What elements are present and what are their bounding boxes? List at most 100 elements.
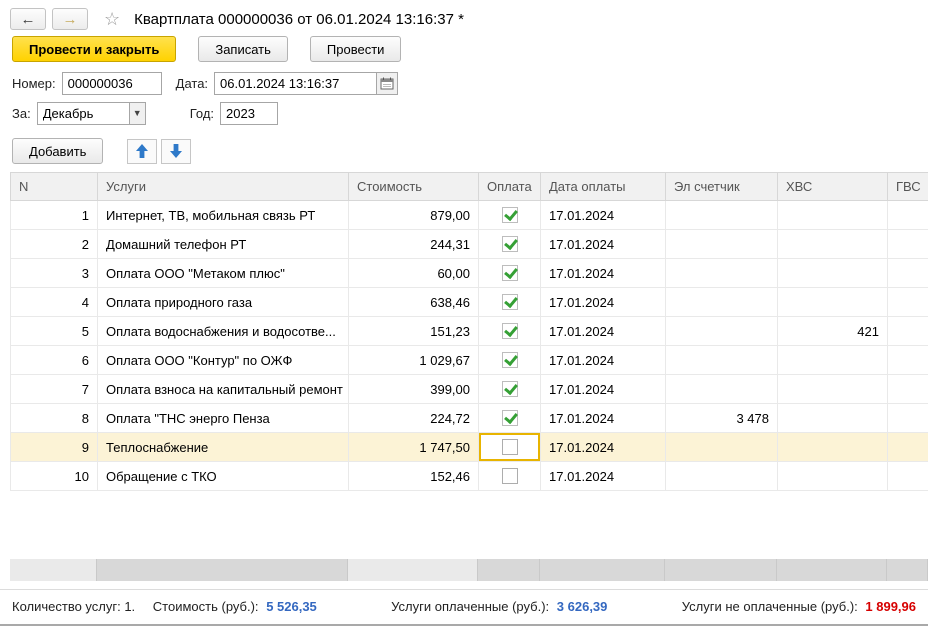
paid-checkbox[interactable] [502, 381, 518, 397]
column-header-paid[interactable]: Оплата [479, 173, 541, 201]
paid-checkbox[interactable] [502, 410, 518, 426]
column-header-pay-date[interactable]: Дата оплаты [541, 173, 666, 201]
paid-cell[interactable] [479, 288, 541, 317]
pay-date-cell[interactable]: 17.01.2024 [541, 317, 666, 346]
service-cell[interactable]: Оплата ООО "Метаком плюс" [98, 259, 349, 288]
pay-date-cell[interactable]: 17.01.2024 [541, 462, 666, 491]
row-number-cell[interactable]: 6 [11, 346, 98, 375]
meter-cell[interactable] [666, 375, 778, 404]
hvs-cell[interactable] [778, 201, 888, 230]
hvs-cell[interactable] [778, 433, 888, 462]
service-cell[interactable]: Оплата взноса на капитальный ремонт [98, 375, 349, 404]
post-and-close-button[interactable]: Провести и закрыть [12, 36, 176, 62]
hvs-cell[interactable]: 421 [778, 317, 888, 346]
gvs-cell[interactable] [888, 230, 928, 259]
column-header-gvs[interactable]: ГВС [888, 173, 928, 201]
service-cell[interactable]: Интернет, ТВ, мобильная связь РТ [98, 201, 349, 230]
paid-checkbox[interactable] [502, 207, 518, 223]
cost-cell[interactable]: 1 029,67 [349, 346, 479, 375]
gvs-cell[interactable] [888, 346, 928, 375]
hvs-cell[interactable] [778, 288, 888, 317]
move-down-button[interactable] [161, 139, 191, 164]
paid-cell[interactable] [479, 375, 541, 404]
column-header-cost[interactable]: Стоимость [349, 173, 479, 201]
service-cell[interactable]: Оплата водоснабжения и водосотве... [98, 317, 349, 346]
gvs-cell[interactable] [888, 259, 928, 288]
paid-checkbox[interactable] [502, 265, 518, 281]
service-cell[interactable]: Оплата "ТНС энерго Пенза [98, 404, 349, 433]
date-input[interactable] [214, 72, 376, 95]
row-number-cell[interactable]: 1 [11, 201, 98, 230]
table-row[interactable]: 3 Оплата ООО "Метаком плюс" 60,00 17.01.… [11, 259, 928, 288]
paid-cell[interactable] [479, 462, 541, 491]
meter-cell[interactable] [666, 201, 778, 230]
paid-cell[interactable] [479, 317, 541, 346]
service-cell[interactable]: Оплата ООО "Контур" по ОЖФ [98, 346, 349, 375]
gvs-cell[interactable] [888, 288, 928, 317]
paid-checkbox[interactable] [502, 236, 518, 252]
paid-checkbox[interactable] [502, 294, 518, 310]
hvs-cell[interactable] [778, 375, 888, 404]
row-number-cell[interactable]: 2 [11, 230, 98, 259]
row-number-cell[interactable]: 8 [11, 404, 98, 433]
cost-cell[interactable]: 244,31 [349, 230, 479, 259]
gvs-cell[interactable] [888, 433, 928, 462]
cost-cell[interactable]: 60,00 [349, 259, 479, 288]
back-button[interactable]: ← [10, 8, 46, 30]
pay-date-cell[interactable]: 17.01.2024 [541, 230, 666, 259]
pay-date-cell[interactable]: 17.01.2024 [541, 375, 666, 404]
pay-date-cell[interactable]: 17.01.2024 [541, 433, 666, 462]
row-number-cell[interactable]: 4 [11, 288, 98, 317]
number-input[interactable] [62, 72, 162, 95]
meter-cell[interactable]: 3 478 [666, 404, 778, 433]
meter-cell[interactable] [666, 346, 778, 375]
row-number-cell[interactable]: 5 [11, 317, 98, 346]
service-cell[interactable]: Обращение с ТКО [98, 462, 349, 491]
table-row[interactable]: 7 Оплата взноса на капитальный ремонт 39… [11, 375, 928, 404]
paid-cell-active[interactable] [479, 433, 541, 462]
cost-cell[interactable]: 1 747,50 [349, 433, 479, 462]
row-number-cell[interactable]: 9 [11, 433, 98, 462]
table-row[interactable]: 6 Оплата ООО "Контур" по ОЖФ 1 029,67 17… [11, 346, 928, 375]
column-header-hvs[interactable]: ХВС [778, 173, 888, 201]
column-header-service[interactable]: Услуги [98, 173, 349, 201]
month-dropdown-button[interactable]: ▼ [129, 102, 146, 125]
pay-date-cell[interactable]: 17.01.2024 [541, 288, 666, 317]
gvs-cell[interactable] [888, 317, 928, 346]
paid-checkbox[interactable] [502, 352, 518, 368]
table-row[interactable]: 8 Оплата "ТНС энерго Пенза 224,72 17.01.… [11, 404, 928, 433]
cost-cell[interactable]: 638,46 [349, 288, 479, 317]
hvs-cell[interactable] [778, 462, 888, 491]
pay-date-cell[interactable]: 17.01.2024 [541, 201, 666, 230]
hvs-cell[interactable] [778, 230, 888, 259]
row-number-cell[interactable]: 10 [11, 462, 98, 491]
calendar-button[interactable] [376, 72, 398, 95]
paid-cell[interactable] [479, 230, 541, 259]
paid-checkbox[interactable] [502, 468, 518, 484]
gvs-cell[interactable] [888, 462, 928, 491]
cost-cell[interactable]: 879,00 [349, 201, 479, 230]
gvs-cell[interactable] [888, 404, 928, 433]
cost-cell[interactable]: 224,72 [349, 404, 479, 433]
meter-cell[interactable] [666, 230, 778, 259]
year-input[interactable] [220, 102, 278, 125]
hvs-cell[interactable] [778, 346, 888, 375]
add-row-button[interactable]: Добавить [12, 138, 103, 164]
row-number-cell[interactable]: 7 [11, 375, 98, 404]
gvs-cell[interactable] [888, 201, 928, 230]
pay-date-cell[interactable]: 17.01.2024 [541, 259, 666, 288]
table-row[interactable]: 10 Обращение с ТКО 152,46 17.01.2024 [11, 462, 928, 491]
column-header-meter[interactable]: Эл счетчик [666, 173, 778, 201]
cost-cell[interactable]: 151,23 [349, 317, 479, 346]
service-cell[interactable]: Домашний телефон РТ [98, 230, 349, 259]
cost-cell[interactable]: 152,46 [349, 462, 479, 491]
move-up-button[interactable] [127, 139, 157, 164]
meter-cell[interactable] [666, 433, 778, 462]
column-header-n[interactable]: N [11, 173, 98, 201]
table-row[interactable]: 1 Интернет, ТВ, мобильная связь РТ 879,0… [11, 201, 928, 230]
paid-cell[interactable] [479, 404, 541, 433]
month-select[interactable] [37, 102, 129, 125]
gvs-cell[interactable] [888, 375, 928, 404]
table-row-selected[interactable]: 9 Теплоснабжение 1 747,50 17.01.2024 [11, 433, 928, 462]
favorite-star-icon[interactable]: ☆ [104, 9, 120, 30]
